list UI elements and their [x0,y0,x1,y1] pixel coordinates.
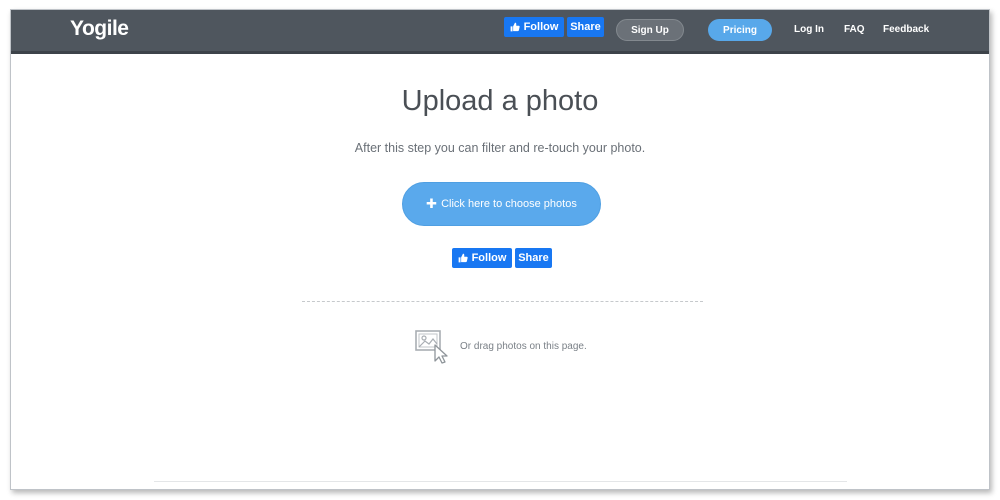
feedback-link[interactable]: Feedback [883,24,929,35]
page-title: Upload a photo [401,85,599,117]
drag-hint-text: Or drag photos on this page. [460,340,587,352]
browser-window: Yogile Follow Share Sign Up Pricing Log … [10,9,990,490]
header-follow-label: Follow [523,21,559,33]
image-drag-icon [415,330,448,364]
pricing-button[interactable]: Pricing [708,19,772,41]
top-navbar: Yogile Follow Share Sign Up Pricing Log … [11,10,989,54]
thumbs-up-icon [510,22,520,32]
faq-link[interactable]: FAQ [844,24,865,35]
follow-button[interactable]: Follow [452,248,512,268]
header-share-label: Share [570,21,601,33]
login-link[interactable]: Log In [794,24,824,35]
drag-drop-hint: Or drag photos on this page. [414,328,587,364]
header-share-button[interactable]: Share [567,17,604,37]
logo[interactable]: Yogile [70,17,129,41]
follow-label: Follow [471,252,507,264]
header-follow-button[interactable]: Follow [504,17,564,37]
divider [302,301,703,302]
choose-photos-label: Click here to choose photos [441,198,577,210]
plus-icon: ✚ [426,196,438,211]
share-label: Share [518,252,549,264]
thumbs-up-icon [458,253,468,263]
share-button[interactable]: Share [515,248,552,268]
signup-button[interactable]: Sign Up [616,19,684,41]
footer-divider [154,481,847,482]
choose-photos-button[interactable]: ✚ Click here to choose photos [402,182,601,226]
page-subtitle: After this step you can filter and re-to… [354,141,646,155]
